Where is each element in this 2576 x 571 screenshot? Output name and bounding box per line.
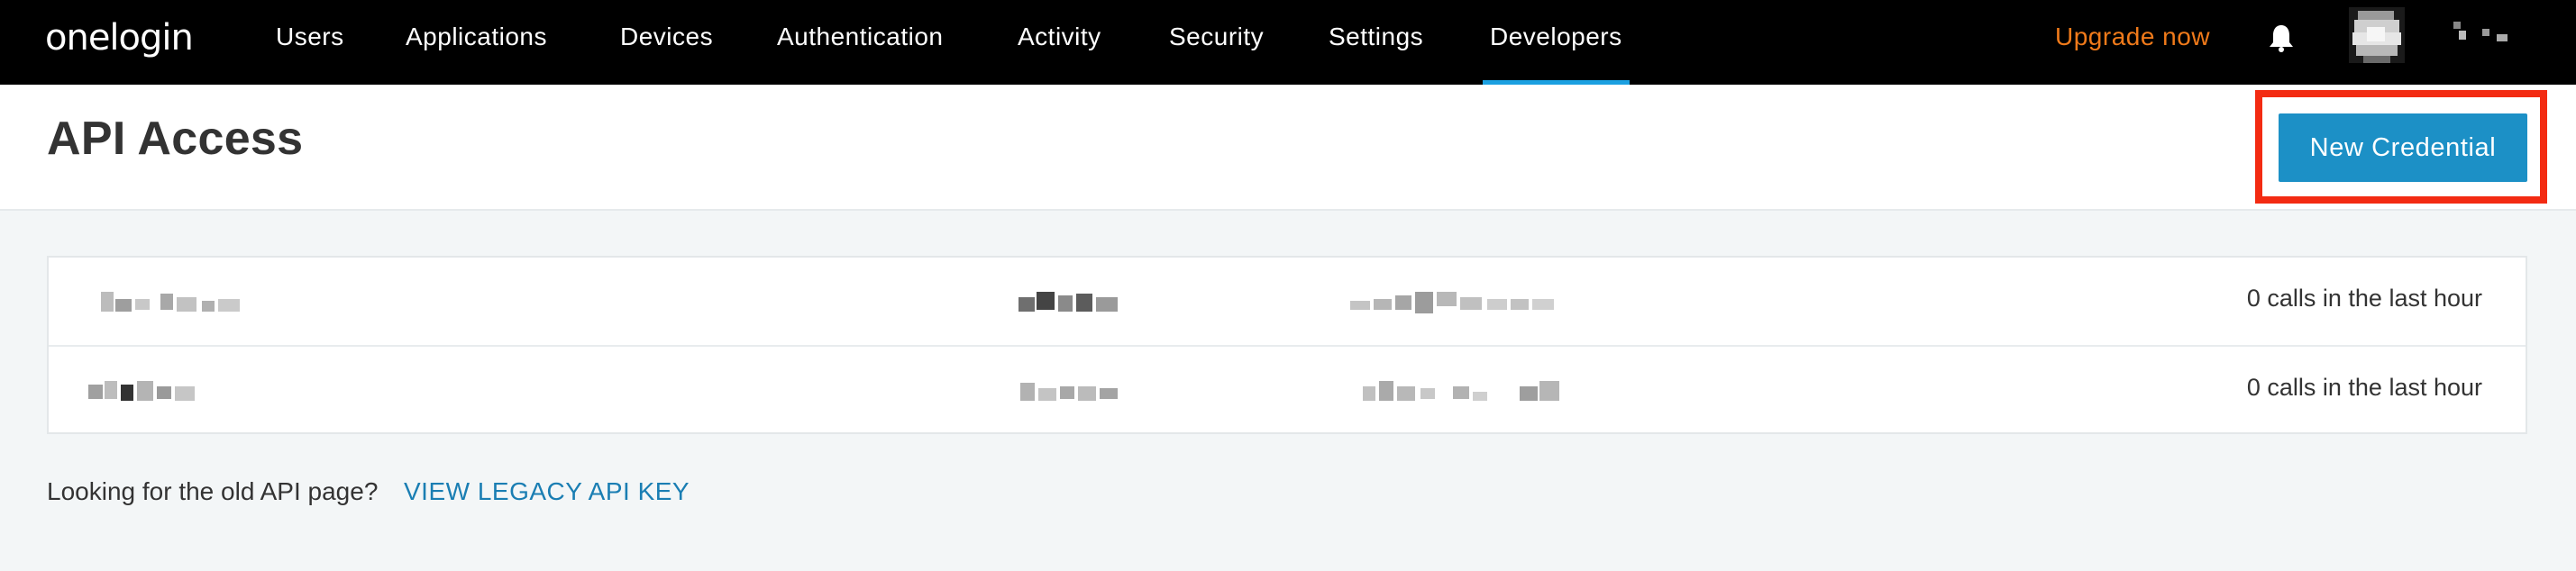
table-row[interactable]: 0 calls in the last hour [49,258,2526,345]
credential-scope-redacted [1019,292,1118,312]
credentials-table: 0 calls in the last hour 0 calls in the … [47,256,2527,434]
credential-client-id-redacted [1363,381,1559,401]
calls-count: 0 calls in the last hour [2246,285,2482,312]
credential-name-redacted [88,381,195,401]
new-credential-button[interactable]: New Credential [2279,113,2527,182]
nav-item-devices[interactable]: Devices [620,0,713,85]
page-title: API Access [47,113,304,165]
bell-icon[interactable] [2268,23,2295,52]
top-nav: onelogin Users Applications Devices Auth… [0,0,2576,85]
credential-name-redacted [101,292,240,312]
nav-item-activity[interactable]: Activity [1018,0,1101,85]
nav-item-authentication[interactable]: Authentication [777,0,943,85]
table-row[interactable]: 0 calls in the last hour [49,345,2526,432]
nav-item-settings[interactable]: Settings [1329,0,1423,85]
nav-item-security[interactable]: Security [1169,0,1264,85]
legacy-prompt: Looking for the old API page? [47,477,379,505]
nav-item-applications[interactable]: Applications [406,0,547,85]
credential-scope-redacted [1020,383,1118,401]
upgrade-now-link[interactable]: Upgrade now [2055,0,2210,85]
user-menu-icon[interactable] [2450,20,2511,45]
nav-item-developers[interactable]: Developers [1483,0,1630,85]
avatar[interactable] [2349,7,2405,63]
view-legacy-api-key-link[interactable]: VIEW LEGACY API KEY [404,477,690,506]
credential-client-id-redacted [1350,292,1554,313]
nav-item-users[interactable]: Users [276,0,344,85]
page-header: API Access New Credential [0,85,2576,211]
calls-count: 0 calls in the last hour [2246,374,2482,401]
onelogin-logo[interactable]: onelogin [45,13,194,63]
